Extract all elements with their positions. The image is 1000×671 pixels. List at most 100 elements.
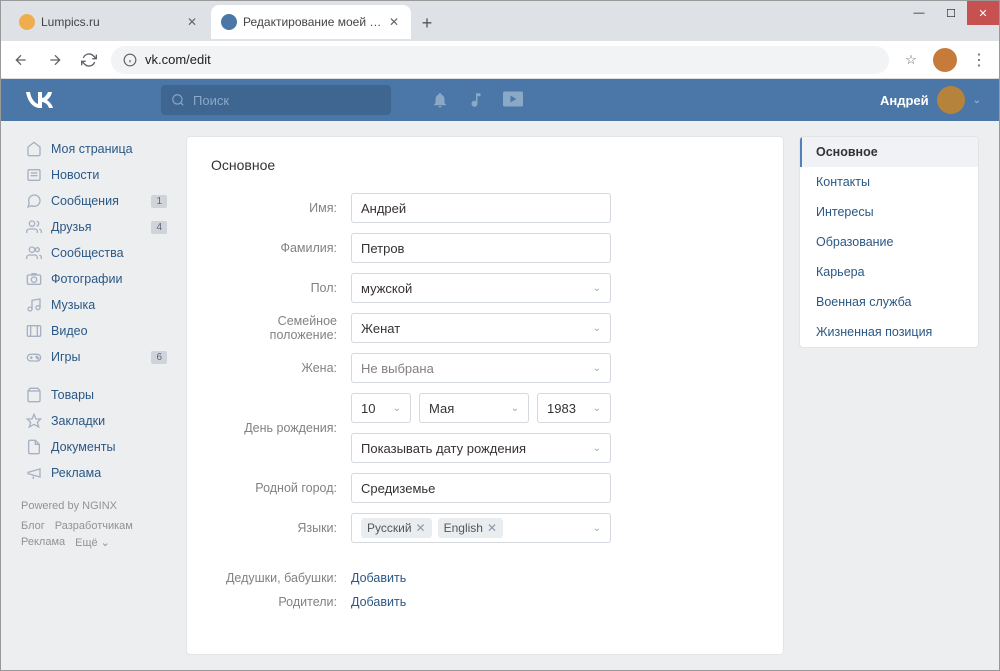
maximize-button[interactable]: ☐ <box>935 1 967 25</box>
spouse-select[interactable]: Не выбрана⌄ <box>351 353 611 383</box>
sidebar-item-games[interactable]: Игры6 <box>21 344 171 370</box>
bd-year-select[interactable]: 1983⌄ <box>537 393 611 423</box>
sidebar-item-messages[interactable]: Сообщения1 <box>21 188 171 214</box>
user-menu[interactable]: Андрей ⌄ <box>880 86 999 114</box>
remove-tag-icon[interactable]: ✕ <box>487 521 497 535</box>
tab-interests[interactable]: Интересы <box>800 197 978 227</box>
profile-avatar[interactable] <box>933 48 957 72</box>
titlebar: Lumpics.ru ✕ Редактирование моей страниц… <box>1 1 999 41</box>
sidebar-item-label: Товары <box>51 388 94 402</box>
footer-link-ads[interactable]: Реклама <box>21 536 65 549</box>
minimize-button[interactable]: — <box>903 1 935 25</box>
add-grandparents-link[interactable]: Добавить <box>351 571 406 585</box>
sidebar-item-news[interactable]: Новости <box>21 162 171 188</box>
footer-link-blog[interactable]: Блог <box>21 520 45 532</box>
sidebar-item-video[interactable]: Видео <box>21 318 171 344</box>
favicon-icon <box>19 14 35 30</box>
sidebar-item-music[interactable]: Музыка <box>21 292 171 318</box>
name-field[interactable] <box>351 193 611 223</box>
tab-contacts[interactable]: Контакты <box>800 167 978 197</box>
left-sidebar: Моя страница Новости Сообщения1 Друзья4 … <box>21 136 171 655</box>
search-placeholder: Поиск <box>193 93 229 108</box>
video-play-icon[interactable] <box>503 91 523 109</box>
sidebar-item-market[interactable]: Товары <box>21 382 171 408</box>
header-actions <box>431 91 523 109</box>
music-icon <box>25 296 43 314</box>
chevron-down-icon: ⌄ <box>973 95 981 106</box>
new-tab-button[interactable]: + <box>413 5 441 41</box>
search-icon <box>171 93 185 107</box>
home-icon <box>25 140 43 158</box>
label-hometown: Родной город: <box>211 481 351 495</box>
label-name: Имя: <box>211 201 351 215</box>
label-birthday: День рождения: <box>211 421 351 435</box>
photo-icon <box>25 270 43 288</box>
browser-menu-button[interactable]: ⋮ <box>967 48 991 72</box>
chevron-down-icon: ⌄ <box>593 523 601 534</box>
gender-select[interactable]: мужской⌄ <box>351 273 611 303</box>
addressbar: vk.com/edit ☆ ⋮ <box>1 41 999 79</box>
search-input[interactable]: Поиск <box>161 85 391 115</box>
sidebar-item-groups[interactable]: Сообщества <box>21 240 171 266</box>
bookmark-button[interactable]: ☆ <box>899 48 923 72</box>
sidebar-item-photos[interactable]: Фотографии <box>21 266 171 292</box>
vk-logo[interactable] <box>21 88 61 112</box>
surname-field[interactable] <box>351 233 611 263</box>
sidebar-item-label: Реклама <box>51 466 101 480</box>
sidebar-item-label: Новости <box>51 168 99 182</box>
browser-tab-lumpics[interactable]: Lumpics.ru ✕ <box>9 5 209 39</box>
chevron-down-icon: ⌄ <box>593 323 601 334</box>
remove-tag-icon[interactable]: ✕ <box>416 521 426 535</box>
hometown-field[interactable] <box>351 473 611 503</box>
languages-select[interactable]: Русский✕ English✕ ⌄ <box>351 513 611 543</box>
label-languages: Языки: <box>211 521 351 535</box>
sidebar-item-friends[interactable]: Друзья4 <box>21 214 171 240</box>
friends-icon <box>25 218 43 236</box>
badge: 4 <box>151 221 167 234</box>
browser-tabs: Lumpics.ru ✕ Редактирование моей страниц… <box>1 5 903 41</box>
music-icon[interactable] <box>467 91 485 109</box>
tab-career[interactable]: Карьера <box>800 257 978 287</box>
row-gender: Пол: мужской⌄ <box>211 273 759 303</box>
footer-link-more[interactable]: Ещё ⌄ <box>75 536 110 549</box>
tab-position[interactable]: Жизненная позиция <box>800 317 978 347</box>
notifications-icon[interactable] <box>431 91 449 109</box>
row-name: Имя: <box>211 193 759 223</box>
marital-select[interactable]: Женат⌄ <box>351 313 611 343</box>
sidebar-item-label: Закладки <box>51 414 105 428</box>
chevron-down-icon: ⌄ <box>593 443 601 454</box>
star-icon <box>25 412 43 430</box>
row-grandparents: Дедушки, бабушки: Добавить <box>211 571 759 585</box>
url-field[interactable]: vk.com/edit <box>111 46 889 74</box>
row-surname: Фамилия: <box>211 233 759 263</box>
browser-tab-vk[interactable]: Редактирование моей страниц ✕ <box>211 5 411 39</box>
bd-visibility-select[interactable]: Показывать дату рождения⌄ <box>351 433 611 463</box>
bd-day-select[interactable]: 10⌄ <box>351 393 411 423</box>
bd-month-select[interactable]: Мая⌄ <box>419 393 529 423</box>
browser-window: Lumpics.ru ✕ Редактирование моей страниц… <box>0 0 1000 671</box>
avatar <box>937 86 965 114</box>
favicon-icon <box>221 14 237 30</box>
close-icon[interactable]: ✕ <box>387 15 401 29</box>
back-button[interactable] <box>9 48 33 72</box>
sidebar-item-label: Фотографии <box>51 272 122 286</box>
add-parents-link[interactable]: Добавить <box>351 595 406 609</box>
groups-icon <box>25 244 43 262</box>
footer-link-dev[interactable]: Разработчикам <box>55 520 133 532</box>
close-window-button[interactable]: ✕ <box>967 1 999 25</box>
sidebar-item-label: Игры <box>51 350 80 364</box>
sidebar-item-ads[interactable]: Реклама <box>21 460 171 486</box>
forward-button[interactable] <box>43 48 67 72</box>
page-title: Основное <box>211 157 759 173</box>
tab-education[interactable]: Образование <box>800 227 978 257</box>
sidebar-item-my-page[interactable]: Моя страница <box>21 136 171 162</box>
sidebar-item-bookmarks[interactable]: Закладки <box>21 408 171 434</box>
tab-general[interactable]: Основное <box>800 137 978 167</box>
row-birthday: День рождения: 10⌄ Мая⌄ 1983⌄ Показывать… <box>211 393 759 463</box>
tab-military[interactable]: Военная служба <box>800 287 978 317</box>
sidebar-item-docs[interactable]: Документы <box>21 434 171 460</box>
close-icon[interactable]: ✕ <box>185 15 199 29</box>
market-icon <box>25 386 43 404</box>
reload-button[interactable] <box>77 48 101 72</box>
row-parents: Родители: Добавить <box>211 595 759 609</box>
